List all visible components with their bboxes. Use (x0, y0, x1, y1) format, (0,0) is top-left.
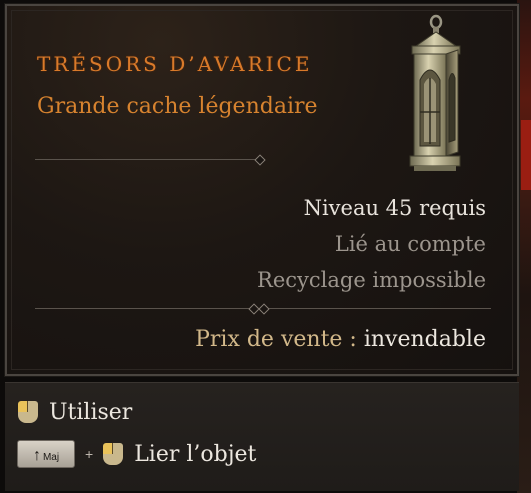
shift-key-label: Maj (42, 452, 60, 463)
level-requirement: Niveau 45 requis (303, 196, 486, 220)
item-name: TRÉSORS D’AVARICE (37, 52, 313, 76)
item-tooltip: TRÉSORS D’AVARICE Grande cache légendair… (4, 3, 520, 377)
lantern-cache-icon (409, 14, 461, 171)
bind-action[interactable]: ↑ Maj + Lier l’objet (17, 439, 256, 469)
shift-arrow-icon: ↑ (32, 447, 41, 464)
divider-top (35, 159, 261, 160)
plus-sign: + (85, 446, 94, 462)
divider-ornament (254, 154, 266, 166)
item-type: Grande cache légendaire (37, 94, 318, 119)
background-scene-detail (521, 120, 531, 190)
action-bar: Utiliser ↑ Maj + Lier l’objet (5, 382, 519, 491)
use-action-label: Utiliser (49, 399, 133, 425)
sell-price-value: invendable (363, 327, 486, 352)
mouse-left-click-icon (17, 400, 39, 424)
mouse-left-click-icon (102, 442, 124, 466)
background-scene (517, 0, 531, 493)
use-action[interactable]: Utiliser (17, 397, 132, 427)
sell-price: Prix de vente : invendable (195, 327, 486, 352)
divider-ornament (258, 303, 270, 315)
salvage-text: Recyclage impossible (257, 268, 486, 292)
bind-action-label: Lier l’objet (134, 441, 257, 467)
shift-key: ↑ Maj (17, 440, 75, 468)
screen: TRÉSORS D’AVARICE Grande cache légendair… (0, 0, 531, 493)
account-bound-text: Lié au compte (334, 232, 486, 256)
sell-price-label: Prix de vente : (195, 327, 357, 352)
